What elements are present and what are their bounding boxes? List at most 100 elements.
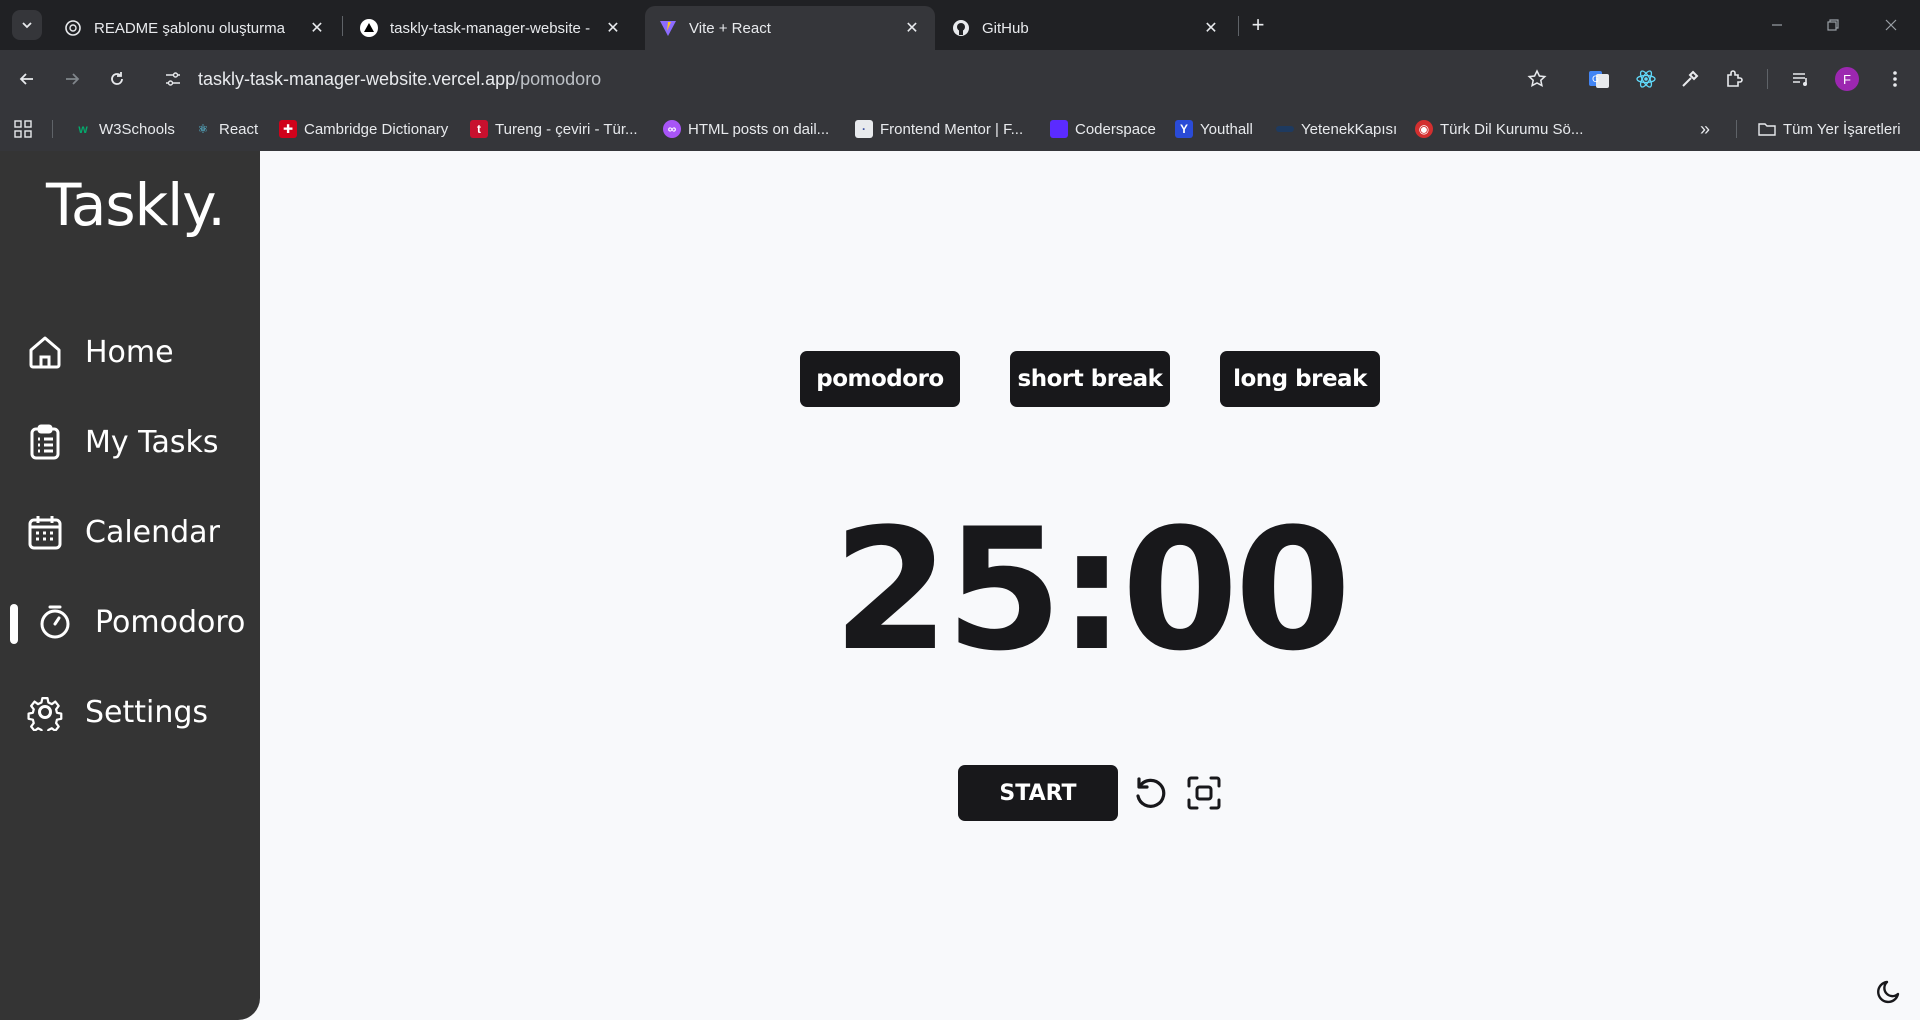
tab-title: taskly-task-manager-website - <box>390 19 591 37</box>
mode-short-break-button[interactable]: short break <box>1010 351 1170 407</box>
close-window-button[interactable] <box>1876 10 1906 40</box>
profile-button[interactable]: F <box>1832 64 1862 94</box>
puzzle-icon <box>1727 70 1743 87</box>
sidebar-item-my-tasks[interactable]: My Tasks <box>0 412 260 472</box>
bookmarks-bar: w W3Schools ⚛ React ✚ Cambridge Dictionary … <box>0 108 1920 151</box>
url-host: taskly-task-manager-website.vercel.app <box>198 68 516 89</box>
site-info-icon[interactable] <box>162 68 184 90</box>
toolbar-divider <box>1767 69 1768 89</box>
tab-readme[interactable]: README şablonu oluşturma ✕ <box>50 6 340 50</box>
bookmark-tureng[interactable]: t Tureng - çeviri - Tür... <box>470 116 638 142</box>
tab-vercel[interactable]: taskly-task-manager-website - ✕ <box>346 6 636 50</box>
bookmark-label: Frontend Mentor | F... <box>880 120 1024 138</box>
react-icon: ⚛ <box>197 122 209 136</box>
start-button[interactable]: START <box>958 765 1118 821</box>
toolbar: taskly-task-manager-website.vercel.app/p… <box>0 50 1920 108</box>
bookmark-w3schools[interactable]: w W3Schools <box>74 116 175 142</box>
bookmark-youthall[interactable]: Y Youthall <box>1175 116 1253 142</box>
arrow-left-icon <box>19 73 33 85</box>
bookmark-tdk[interactable]: ◉ Türk Dil Kurumu Sö... <box>1415 116 1583 142</box>
tab-divider <box>342 16 343 36</box>
minimize-icon <box>1772 24 1782 26</box>
close-icon[interactable]: ✕ <box>308 19 326 37</box>
reset-button[interactable] <box>1130 773 1170 813</box>
address-bar[interactable]: taskly-task-manager-website.vercel.app/p… <box>150 58 1550 100</box>
more-bookmarks-button[interactable]: » <box>1700 116 1710 142</box>
url-text: taskly-task-manager-website.vercel.app/p… <box>198 69 601 90</box>
apps-grid-icon <box>14 120 32 138</box>
media-controls-button[interactable] <box>1786 64 1816 94</box>
bookmark-label: HTML posts on dail... <box>688 120 830 138</box>
bookmark-label: Türk Dil Kurumu Sö... <box>1440 120 1584 138</box>
menu-button[interactable] <box>1880 64 1910 94</box>
chevron-double-right-icon: » <box>1700 118 1711 139</box>
svg-text:G: G <box>1592 75 1599 85</box>
tab-title: README şablonu oluşturma <box>94 19 285 37</box>
forward-button[interactable] <box>58 65 86 93</box>
yetenekkapisi-icon <box>1276 126 1294 132</box>
sidebar-item-calendar[interactable]: Calendar <box>0 502 260 562</box>
close-icon[interactable]: ✕ <box>903 19 921 37</box>
sidebar-item-home[interactable]: Home <box>0 322 260 382</box>
extensions-button[interactable] <box>1719 64 1749 94</box>
mode-long-break-button[interactable]: long break <box>1220 351 1380 407</box>
translate-icon: G <box>1589 71 1609 88</box>
tdk-icon: ◉ <box>1415 120 1433 138</box>
bookmark-coderspace[interactable]: Coderspace <box>1050 116 1156 142</box>
bookmark-yetenekkapisi[interactable]: YetenekKapısı <box>1276 116 1397 142</box>
cambridge-icon: ✚ <box>279 120 297 138</box>
sidebar-item-label: Settings <box>85 694 209 730</box>
minimize-button[interactable] <box>1762 10 1792 40</box>
sidebar-item-label: Home <box>85 334 174 370</box>
tab-title: GitHub <box>982 19 1029 37</box>
bookmark-react[interactable]: ⚛ React <box>194 116 259 142</box>
apps-button[interactable] <box>14 116 32 142</box>
fullscreen-button[interactable] <box>1184 773 1224 813</box>
restore-icon <box>1827 19 1839 31</box>
restore-button[interactable] <box>1818 10 1848 40</box>
close-icon[interactable]: ✕ <box>1202 19 1220 37</box>
chevron-down-icon <box>22 22 32 29</box>
new-tab-button[interactable]: + <box>1245 12 1271 38</box>
bookmark-label: Tüm Yer İşaretleri <box>1783 120 1901 138</box>
mode-pomodoro-button[interactable]: pomodoro <box>800 351 960 407</box>
tab-vite-react[interactable]: Vite + React ✕ <box>645 6 935 50</box>
tab-github[interactable]: GitHub ✕ <box>938 6 1234 50</box>
bookmark-dailydev[interactable]: ∞ HTML posts on dail... <box>663 116 829 142</box>
bookmark-cambridge[interactable]: ✚ Cambridge Dictionary <box>279 116 448 142</box>
timer-display: 25:00 <box>832 492 1352 688</box>
sidebar-item-label: Calendar <box>85 514 220 550</box>
theme-toggle-button[interactable] <box>1874 975 1906 1007</box>
url-path: /pomodoro <box>515 68 602 89</box>
w3schools-icon: w <box>78 122 88 136</box>
close-icon[interactable]: ✕ <box>604 19 622 37</box>
github-icon <box>952 19 970 37</box>
avatar: F <box>1835 67 1859 91</box>
bookmark-label: Youthall <box>1200 120 1253 138</box>
back-button[interactable] <box>13 65 41 93</box>
tureng-icon: t <box>470 120 488 138</box>
bookmark-frontendmentor[interactable]: · Frontend Mentor | F... <box>855 116 1023 142</box>
all-bookmarks-button[interactable]: Tüm Yer İşaretleri <box>1758 116 1901 142</box>
eyedropper-icon <box>1682 70 1699 87</box>
sidebar-item-pomodoro[interactable]: Pomodoro <box>0 592 260 652</box>
openai-icon <box>64 19 82 37</box>
bookmark-label: YetenekKapısı <box>1301 120 1398 138</box>
google-translate-extension[interactable]: G <box>1584 64 1614 94</box>
bookmark-star-button[interactable] <box>1522 64 1552 94</box>
more-vertical-icon <box>1893 71 1897 87</box>
home-icon <box>26 333 64 371</box>
vercel-icon <box>360 19 378 37</box>
bookmark-label: Tureng - çeviri - Tür... <box>495 120 638 138</box>
app-logo[interactable]: Taskly. <box>46 171 226 239</box>
frontendmentor-icon: · <box>855 120 873 138</box>
color-picker-extension[interactable] <box>1675 64 1705 94</box>
moon-icon <box>1877 980 1900 1004</box>
tab-search-button[interactable] <box>12 10 42 40</box>
reload-button[interactable] <box>103 65 131 93</box>
sidebar-item-settings[interactable]: Settings <box>0 682 260 742</box>
fullscreen-icon <box>1187 776 1221 810</box>
react-devtools-extension[interactable] <box>1631 64 1661 94</box>
browser-chrome: README şablonu oluşturma ✕ taskly-task-m… <box>0 0 1920 151</box>
pomodoro-page: pomodoro short break long break 25:00 ST… <box>260 151 1920 1020</box>
